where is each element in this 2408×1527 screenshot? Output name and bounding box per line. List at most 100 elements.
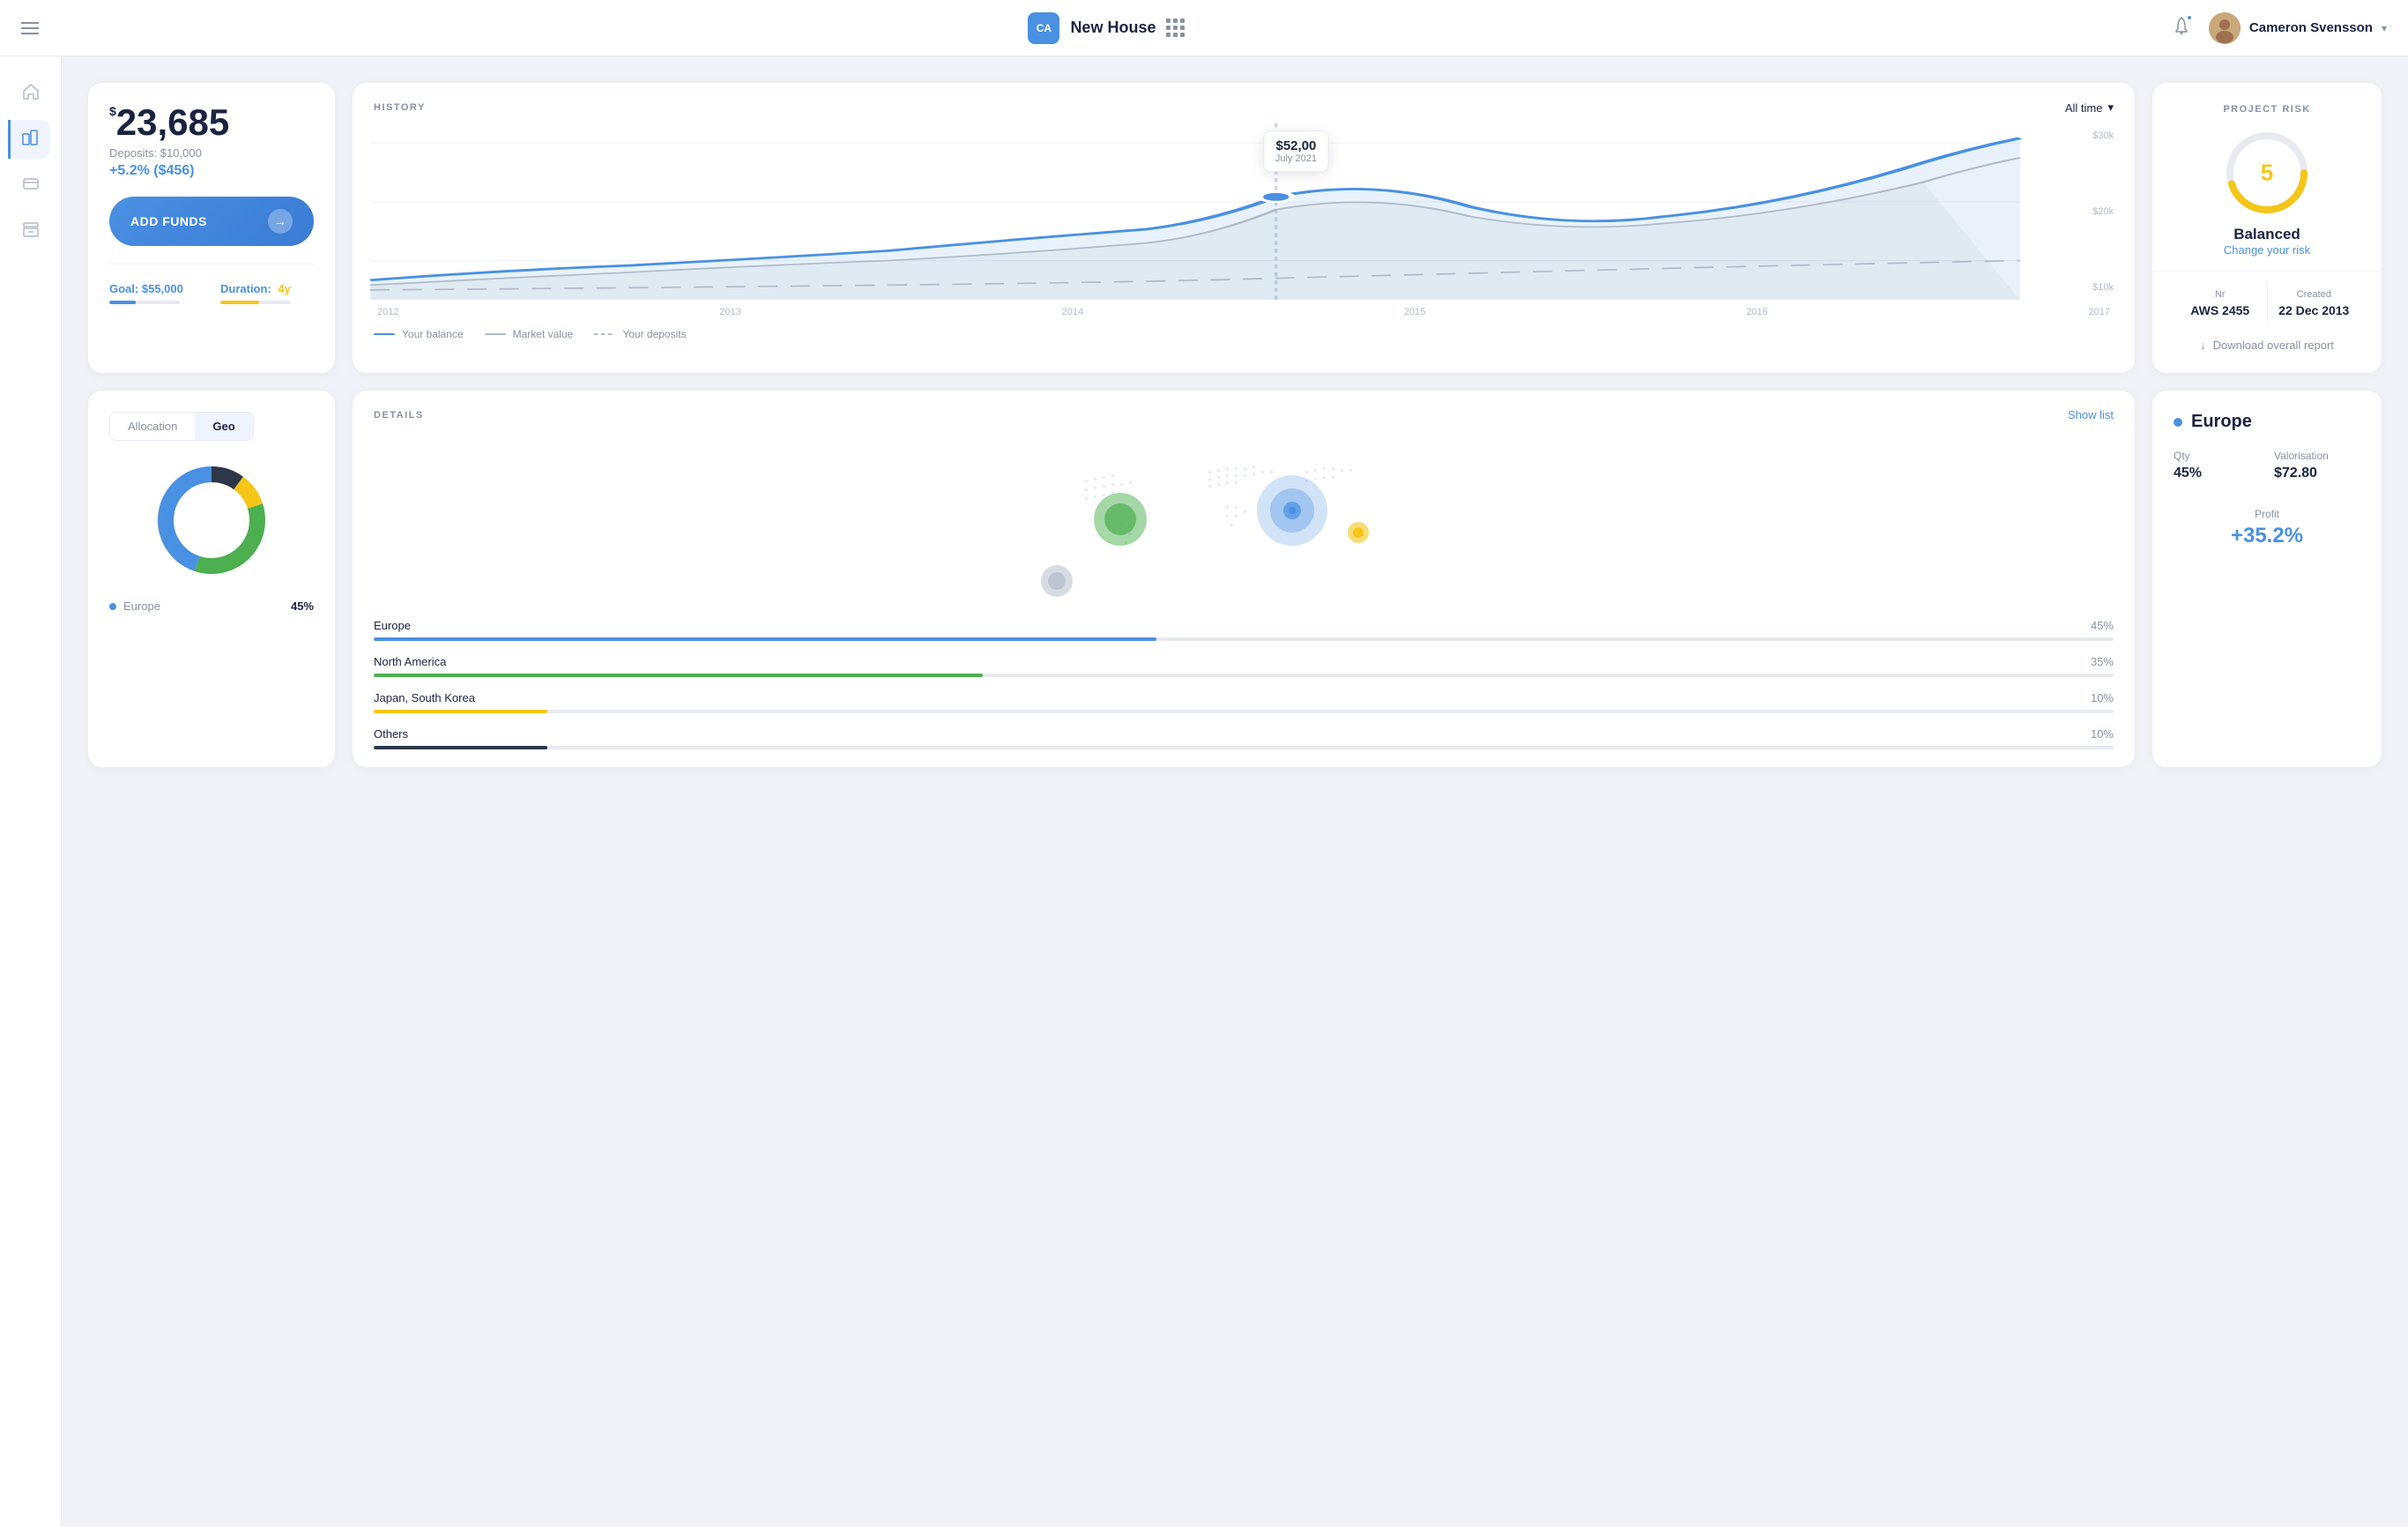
x-label-2015: 2015 [1404,307,1425,317]
tab-geo[interactable]: Geo [195,413,252,440]
region-others-bar [374,746,2114,749]
world-map-svg [374,436,2114,612]
show-list-button[interactable]: Show list [2068,408,2114,421]
qty-value: 45% [2174,466,2260,481]
region-na-fill [374,674,983,677]
avatar-initials [2209,12,2241,44]
goal-amount: $55,000 [142,282,183,295]
region-europe-bar [374,637,2114,641]
legend-market-label: Market value [513,328,574,340]
map-area [374,436,2114,612]
risk-card: PROJECT RISK 5 Balanced Change your risk… [2152,83,2382,373]
region-na-bar [374,674,2114,677]
profit-label: Profit [2174,508,2360,520]
duration-progress-fill [220,301,259,304]
balance-change: +5.2% ($456) [109,163,314,179]
europe-pct: 45% [291,600,314,613]
europe-detail-header: Europe [2174,412,2360,432]
project-name: New House [1070,19,1156,37]
filter-chevron-icon: ▾ [2107,101,2114,115]
cards-icon [22,175,40,197]
na-bubble-inner [1104,503,1136,535]
sidebar-item-home[interactable] [11,74,50,113]
sidebar-item-cards[interactable] [11,166,50,205]
chart-svg [370,123,2117,300]
region-others-header: Others 10% [374,727,2114,741]
notification-dot [2186,14,2193,21]
time-filter-button[interactable]: All time ▾ [2065,101,2114,115]
risk-created-label: Created [2268,289,2361,300]
chart-legend: Your balance Market value Your deposits [374,328,2114,340]
y-label-30k: $30k [2092,130,2114,141]
europe-detail-title: Europe [2191,412,2252,432]
duration-value: Duration: 4y [220,282,314,295]
japan-bubble-inner [1353,527,1364,538]
ca-badge: CA [1028,12,1059,44]
donut-chart-container [109,458,314,582]
details-section-title: DETAILS [374,410,424,421]
archive-icon [22,220,40,242]
main-content: $23,685 Deposits: $10,000 +5.2% ($456) A… [62,56,2408,793]
region-europe-header: Europe 45% [374,619,2114,632]
risk-nr-item: Nr AWS 2455 [2174,282,2268,324]
valorisation-value: $72.80 [2274,466,2360,481]
user-info[interactable]: Cameron Svensson ▾ [2209,12,2387,44]
goal-value: Goal: $55,000 [109,282,203,295]
y-label-20k: $20k [2092,206,2114,217]
risk-label: Balanced [2174,226,2360,243]
balance-card: $23,685 Deposits: $10,000 +5.2% ($456) A… [88,83,335,373]
region-na-header: North America 35% [374,655,2114,668]
region-europe: Europe 45% [374,619,2114,641]
duration-amount: 4y [278,282,290,295]
bell-icon[interactable] [2172,16,2191,40]
qty-label: Qty [2174,450,2260,462]
region-japan: Japan, South Korea 10% [374,691,2114,713]
grid-icon[interactable] [1166,19,1182,37]
region-japan-bar [374,710,2114,713]
x-label-2017: 2017 [2088,307,2109,317]
risk-gauge-container: 5 [2174,129,2360,217]
legend-item-europe: Europe 45% [109,600,314,613]
sidebar-item-archive[interactable] [11,212,50,250]
sidebar [0,56,62,1527]
add-funds-button[interactable]: ADD FUNDS → [109,197,314,246]
download-icon: ↓ [2200,339,2206,352]
chart-y-labels: $30k $20k $10k [2092,123,2114,300]
download-report-button[interactable]: ↓ Download overall report [2174,339,2360,352]
balance-amount: 23,685 [116,101,229,143]
legend-line-blue [374,333,395,335]
donut-chart-svg [150,458,273,582]
region-northamerica: North America 35% [374,655,2114,677]
x-label-2013: 2013 [719,307,740,317]
duration-label: Duration: [220,282,271,295]
add-funds-label: ADD FUNDS [130,214,207,228]
menu-button[interactable] [21,22,39,34]
y-label-10k: $10k [2092,282,2114,293]
history-header: HISTORY All time ▾ [374,101,2114,115]
tab-allocation[interactable]: Allocation [110,413,195,440]
sidebar-item-portfolio[interactable] [8,120,50,159]
others-bubble-inner [1048,572,1066,590]
region-europe-pct: 45% [2091,619,2114,632]
allocation-card: Allocation Geo [88,391,335,767]
valorisation-label: Valorisation [2274,450,2360,462]
region-japan-name: Japan, South Korea [374,691,475,704]
header-left [21,22,39,34]
history-section-title: HISTORY [374,102,426,113]
x-label-2016: 2016 [1746,307,1767,317]
legend-deposits-label: Your deposits [622,328,686,340]
risk-change-link[interactable]: Change your risk [2174,243,2360,257]
duration-progress-bar [220,301,291,304]
chevron-down-icon: ▾ [2382,22,2387,34]
legend-line-dashed [594,333,615,335]
region-japan-pct: 10% [2091,691,2114,704]
filter-label: All time [2065,101,2103,115]
europe-stats-grid: Qty 45% Valorisation $72.80 [2174,450,2360,481]
risk-section-title: PROJECT RISK [2174,104,2360,115]
x-label-2014: 2014 [1062,307,1083,317]
risk-meta: Nr AWS 2455 Created 22 Dec 2013 [2174,282,2360,324]
add-funds-arrow-icon: → [268,209,293,234]
user-avatar [2209,12,2241,44]
chart-x-labels: 2012 2013 2014 2015 2016 2017 [374,307,2114,317]
history-card: HISTORY All time ▾ $52,00 July 2021 $30k… [353,83,2135,373]
